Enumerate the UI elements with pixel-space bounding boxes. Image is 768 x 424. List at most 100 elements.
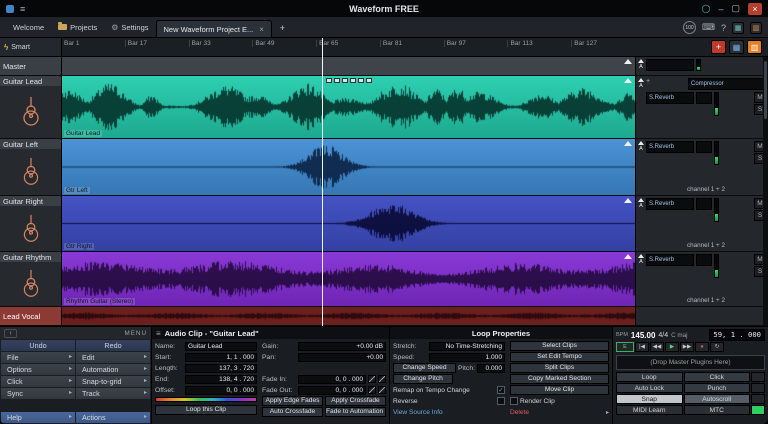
track-header[interactable]: Guitar Right [0,196,62,251]
timecode-display[interactable]: 59, 1 . 000 [709,329,765,341]
audio-clip-lead-vocal[interactable] [62,307,635,325]
toggle-loop[interactable]: Loop [616,372,683,382]
render-clip-checkbox[interactable] [510,397,518,405]
toggle-punch[interactable]: Punch [684,383,751,393]
track-header[interactable]: Guitar Left [0,139,62,195]
hamburger-icon[interactable]: ≡ [156,329,161,338]
track-header[interactable]: Guitar Lead [0,76,62,138]
change-pitch-button[interactable]: Change Pitch [393,374,453,384]
undo-button[interactable]: Undo [1,340,75,351]
clip-start-field[interactable]: 1, 1 . 000 [185,353,257,362]
menu-item-click[interactable]: Click▸ [1,376,75,387]
punch-icon[interactable] [751,383,765,393]
add-track-button[interactable]: + [711,40,726,54]
apply-edge-fades-button[interactable]: Apply Edge Fades [262,396,323,406]
menu-item-automation[interactable]: Automation▸ [76,364,150,375]
record-button[interactable]: ● [695,342,709,352]
keyboard-icon[interactable]: ⌨ [702,22,715,33]
apply-crossfade-button[interactable]: Apply Crossfade [325,396,386,406]
metronome-icon[interactable] [751,372,765,382]
gain-field[interactable]: +0.00 dB [298,342,386,351]
track-header[interactable]: Guitar Rhythm [0,252,62,306]
pan-field[interactable]: +0.00 [298,353,386,362]
stretch-select[interactable]: No Time-Stretching [429,342,505,351]
browser-view-icon[interactable]: ▥ [750,22,762,34]
fold-arrow-icon[interactable] [624,198,632,203]
smart-tool-button[interactable]: ϟ Smart [0,38,62,56]
fade-out-shape-icon[interactable] [378,386,386,394]
fade-in-shape-icon[interactable] [368,375,376,383]
automation-button[interactable]: A [637,254,645,265]
set-edit-tempo-button[interactable]: Set Edit Tempo [510,352,609,362]
fade-in-field[interactable]: 0, 0 . 000 [298,375,366,384]
minimize-button[interactable]: – [718,4,723,14]
pan-knob[interactable] [696,92,712,104]
window-menu-icon[interactable]: ≡ [20,4,25,14]
reverb-plugin[interactable]: S.Reverb [646,141,694,153]
menu-item-actions[interactable]: Actions▸ [76,412,150,423]
menu-item-snap-to-grid[interactable]: Snap-to-grid▸ [76,376,150,387]
help-icon[interactable]: ? [721,23,726,33]
menu-item-edit[interactable]: Edit▸ [76,352,150,363]
delete-button[interactable]: Delete [510,409,604,416]
reverb-plugin[interactable]: S.Reverb [646,254,694,266]
maximize-button[interactable]: ▢ [731,3,740,14]
copy-marked-section-button[interactable]: Copy Marked Section [510,374,609,384]
fast-forward-button[interactable]: ▶▶ [680,342,694,352]
audio-clip-rhythm-guitar[interactable]: Rhythm Guitar (Stereo) [62,252,635,306]
menu-item-file[interactable]: File▸ [1,352,75,363]
master-track-header[interactable]: Master [0,57,62,75]
automation-button[interactable]: A [637,78,645,89]
bar-ruler[interactable]: Bar 1 Bar 17 Bar 33 Bar 49 Bar 65 Bar 81… [62,38,635,56]
toggle-snap[interactable]: Snap [616,394,683,404]
fade-out-shape-icon[interactable] [368,386,376,394]
loop-button-icon[interactable]: ↻ [710,342,724,352]
clip-length-field[interactable]: 137, 3 . 720 [185,364,257,373]
menu-item-sync[interactable]: Sync▸ [1,388,75,399]
toggle-midi-learn[interactable]: MIDI Learn [616,405,683,415]
fold-arrow-icon[interactable] [624,141,632,146]
toggle-autoscroll[interactable]: Autoscroll [684,394,751,404]
close-button[interactable]: × [748,3,762,15]
fade-out-field[interactable]: 0, 0 . 000 [298,386,366,395]
tab-close-icon[interactable]: × [259,25,264,34]
change-speed-button[interactable]: Change Speed [393,363,456,373]
toggle-click[interactable]: Click [684,372,751,382]
bpm-value[interactable]: 145.00 [631,331,655,340]
vertical-scrollbar[interactable] [763,57,768,326]
automation-read-button[interactable]: E [616,342,634,352]
reverb-plugin[interactable]: S.Reverb [646,198,694,210]
loop-this-clip-button[interactable]: Loop this Clip [155,405,257,415]
fold-arrow-icon[interactable] [624,254,632,259]
clip-offset-field[interactable]: 0, 0 . 000 [185,386,257,395]
audio-clip-guitar-lead[interactable]: Guitar Lead [62,76,635,138]
reverb-plugin[interactable]: S.Reverb [646,92,694,104]
pan-knob[interactable] [696,254,712,266]
new-tab-button[interactable]: + [276,22,289,35]
menu-item-track[interactable]: Track▸ [76,388,150,399]
time-signature[interactable]: 4/4 [658,332,668,339]
auto-crossfade-button[interactable]: Auto Crossfade [262,407,323,417]
fold-arrow-icon[interactable] [624,59,632,64]
toggle-auto-lock[interactable]: Auto Lock [616,383,683,393]
add-plugin-icon[interactable]: + [646,78,650,85]
remap-checkbox[interactable]: ✓ [497,386,505,394]
tab-settings[interactable]: ⚙Settings [104,17,155,37]
redo-button[interactable]: Redo [76,340,150,351]
tab-projects[interactable]: Projects [51,17,104,37]
render-clip-label[interactable]: Render Clip [520,398,609,405]
fade-to-automation-select[interactable]: Fade to Automation▾ [325,407,386,417]
master-plugin-slot[interactable] [646,59,694,71]
scrollbar-handle[interactable] [764,61,767,119]
track-header[interactable]: Lead Vocal [0,307,62,325]
menu-item-help[interactable]: Help▸ [1,412,75,423]
fade-in-shape-icon[interactable] [378,375,386,383]
automation-button[interactable]: A [637,141,645,152]
mixer-view-icon[interactable]: ▦ [732,22,744,34]
clip-tool-button[interactable]: ▥ [747,40,762,54]
key-signature[interactable]: C maj [671,332,687,339]
audio-clip-gtr-left[interactable]: Gtr Left [62,139,635,195]
rewind-button[interactable]: ◀◀ [650,342,664,352]
speed-field[interactable]: 1.000 [429,353,505,362]
clip-color-picker[interactable] [155,397,257,402]
